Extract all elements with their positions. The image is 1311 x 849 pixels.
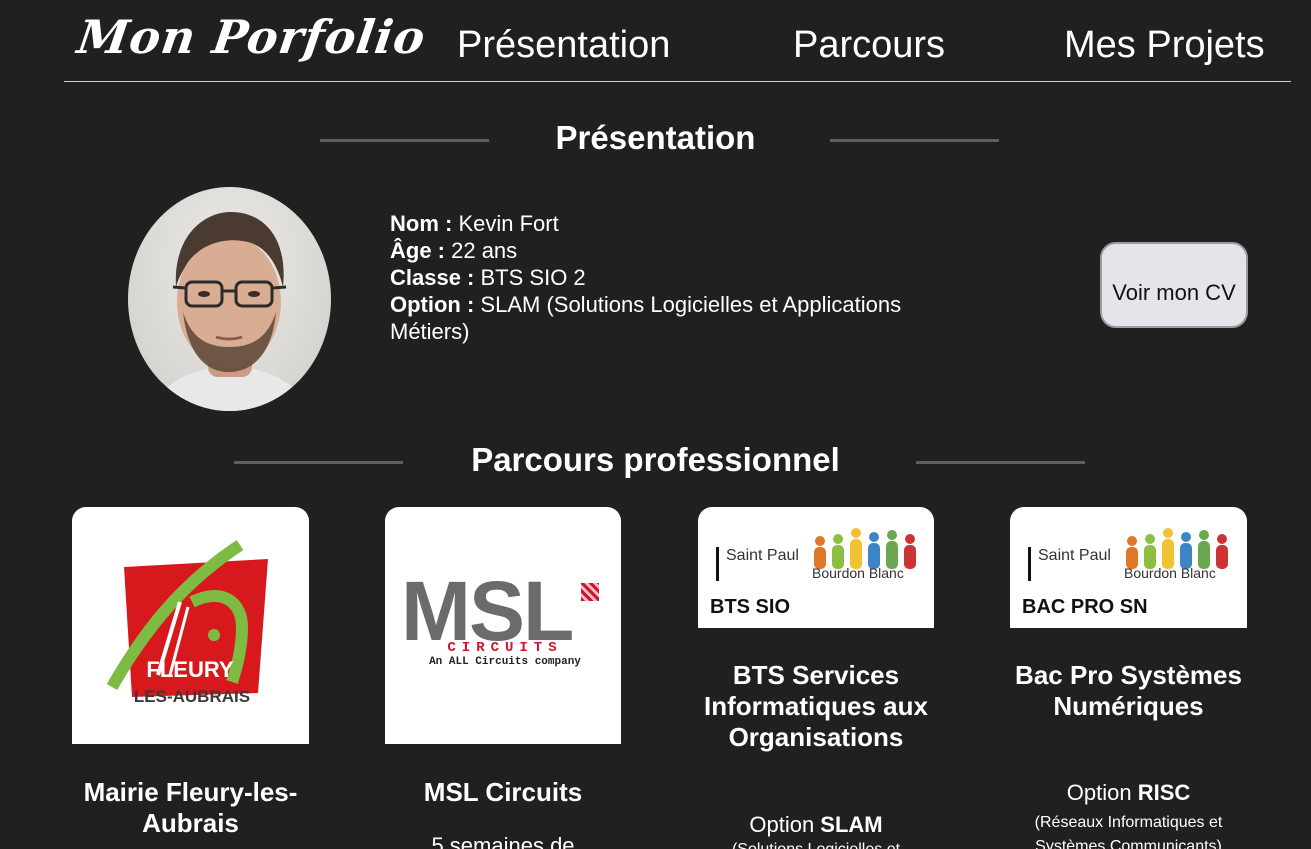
info-value: Kevin Fort: [452, 211, 559, 236]
logo-bracket: [716, 547, 719, 581]
logo-bracket: [1028, 547, 1031, 581]
nav-link-presentation[interactable]: Présentation: [457, 24, 670, 67]
info-label: Nom :: [390, 211, 453, 236]
info-row-classe: Classe : BTS SIO 2: [390, 264, 950, 291]
option-value: SLAM: [820, 812, 883, 837]
info-row-age: Âge : 22 ans: [390, 237, 950, 264]
logo-text-bac: BAC PRO SN: [1022, 596, 1148, 618]
parcours-title: Parcours professionnel: [471, 441, 840, 478]
card-title-bts: BTS Services Informatiques aux Organisat…: [704, 660, 928, 752]
top-nav: Mon Porfolio Présentation Parcours Mes P…: [64, 0, 1291, 82]
logo-text-bts: BTS SIO: [710, 596, 791, 618]
card-title-bac: Bac Pro Systèmes Numériques: [1015, 660, 1242, 721]
fleury-logo-graphic: [106, 540, 268, 697]
qr-icon: [581, 583, 599, 601]
option-prefix: Option: [1066, 780, 1138, 805]
card-option-detail-bac: (Réseaux Informatiques et Systèmes Commu…: [1034, 814, 1223, 849]
info-label: Option :: [390, 292, 475, 317]
msl-logo: MSL CIRCUITS An ALL Circuits company: [385, 507, 621, 744]
nav-link-projets[interactable]: Mes Projets: [1064, 24, 1265, 67]
card-option-bts: Option SLAM: [698, 811, 934, 839]
fleury-logo: FLEURY LES-AUBRAIS: [72, 507, 309, 744]
card-title-fleury: Mairie Fleury-les-Aubrais: [83, 777, 298, 838]
card-title-msl: MSL Circuits: [423, 777, 583, 807]
info-value: 22 ans: [445, 238, 518, 263]
profile-info: Nom : Kevin Fort Âge : 22 ans Classe : B…: [390, 210, 950, 345]
fleury-logo-text-2: LES-AUBRAIS: [133, 687, 251, 706]
msl-logo-text-2: CIRCUITS: [447, 640, 563, 656]
site-logo[interactable]: Mon Porfolio: [74, 10, 429, 64]
info-row-option: Option : SLAM (Solutions Logicielles et …: [390, 291, 950, 345]
profile-photo-illustration: [148, 212, 313, 411]
info-row-nom: Nom : Kevin Fort: [390, 210, 950, 237]
card-option-detail-bts: (Solutions Logicielles et: [698, 838, 934, 849]
msl-logo-text-3: An ALL Circuits company: [429, 656, 581, 668]
stpaul-bts-logo: Saint Paul Bourdon Blanc BTS SIO: [698, 507, 934, 628]
stpaul-bac-logo: Saint Paul Bourdon Blanc BAC PRO SN: [1010, 507, 1247, 628]
info-label: Classe :: [390, 265, 475, 290]
logo-text-saint-paul: Saint Paul: [1038, 547, 1111, 564]
logo-text-bourdon-blanc: Bourdon Blanc: [1124, 565, 1216, 581]
fleury-logo-text-1: FLEURY: [146, 657, 234, 682]
presentation-title: Présentation: [555, 119, 756, 156]
info-value: BTS SIO 2: [474, 265, 586, 290]
info-label: Âge :: [390, 238, 445, 263]
profile-photo: [128, 187, 331, 411]
nav-link-parcours[interactable]: Parcours: [793, 24, 945, 67]
logo-text-bourdon-blanc: Bourdon Blanc: [812, 565, 904, 581]
view-cv-button[interactable]: Voir mon CV: [1100, 242, 1248, 328]
card-desc-msl: 5 semaines de: [431, 833, 575, 849]
logo-text-saint-paul: Saint Paul: [726, 547, 799, 564]
card-option-bac: Option RISC: [1010, 779, 1247, 807]
option-value: RISC: [1137, 780, 1191, 805]
option-prefix: Option: [749, 812, 821, 837]
